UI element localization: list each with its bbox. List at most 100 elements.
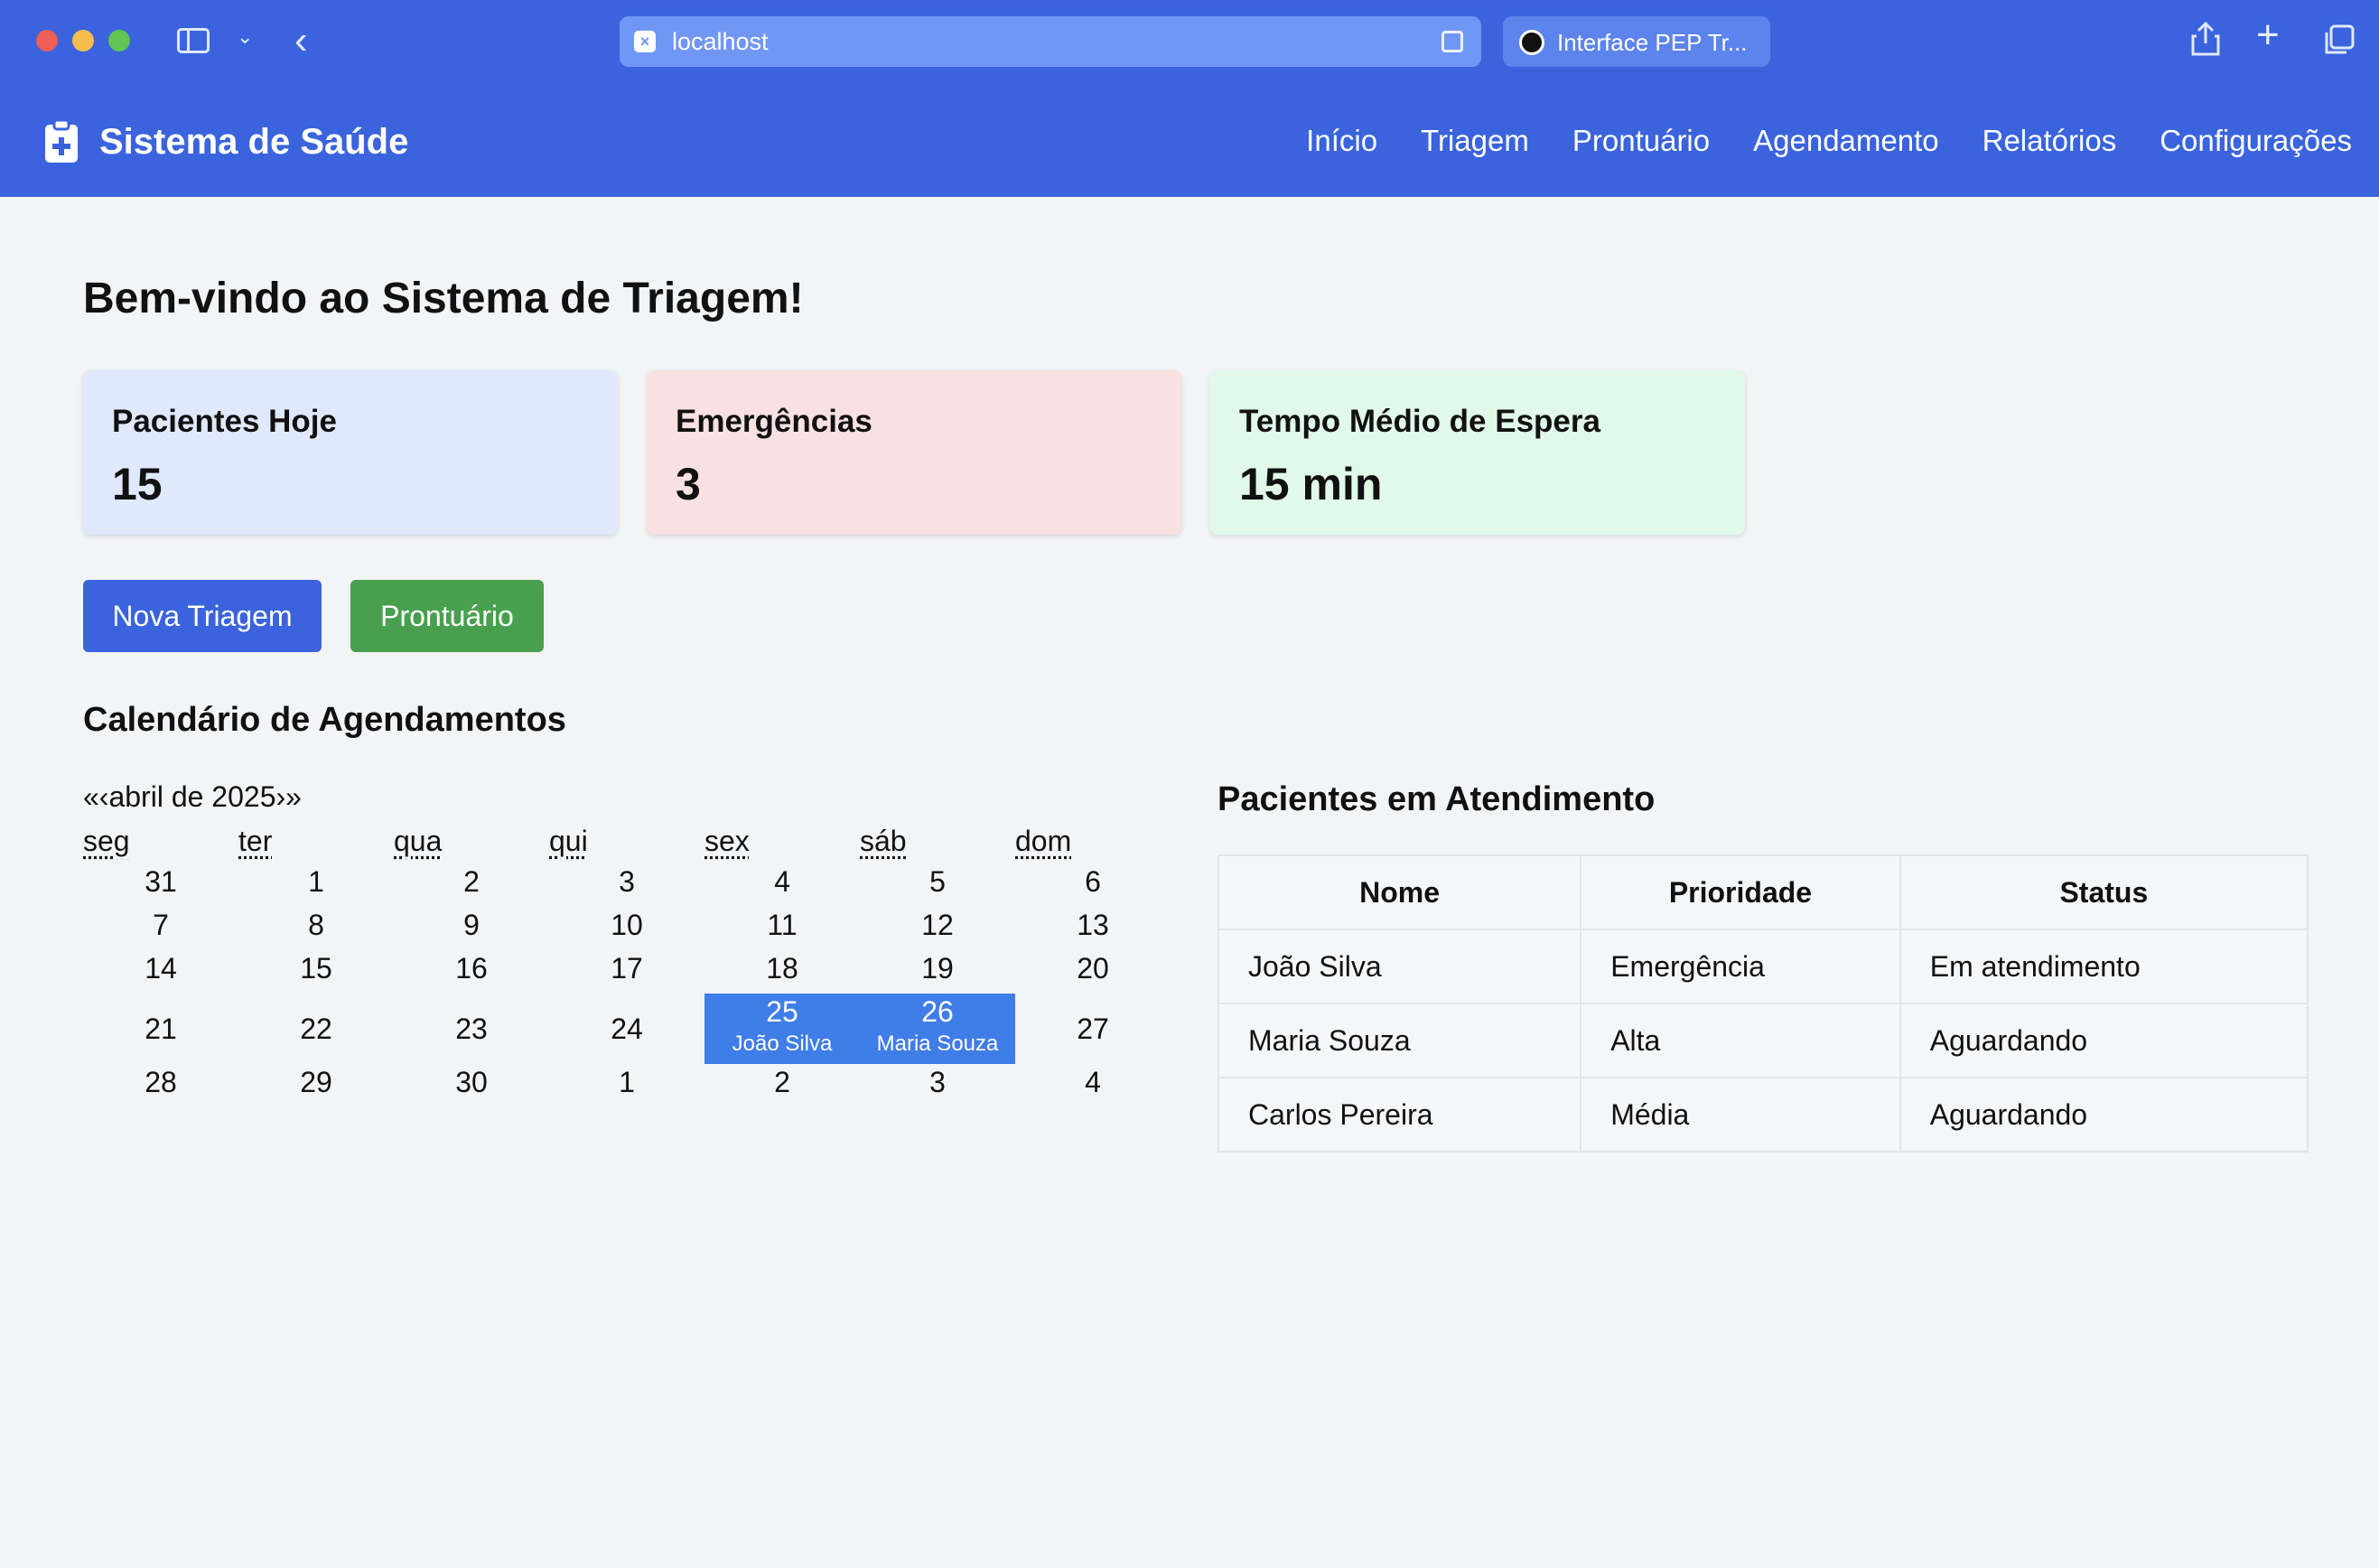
cell-priority: Emergência bbox=[1580, 929, 1901, 1004]
calendar-navigation: « ‹ abril de 2025 › » bbox=[83, 779, 302, 815]
calendar-day[interactable]: 2 bbox=[394, 863, 549, 907]
month-label[interactable]: abril de 2025 bbox=[108, 779, 275, 815]
browser-toolbar: ⌄ ‹ × localhost Interface PEP Tr... + bbox=[0, 0, 2379, 83]
next-year-button[interactable]: » bbox=[285, 779, 302, 815]
calendar-day[interactable]: 24 bbox=[549, 994, 704, 1064]
day-number: 27 bbox=[1077, 1013, 1109, 1045]
calendar-day[interactable]: 31 bbox=[83, 863, 238, 907]
weekday-label: qua bbox=[394, 825, 443, 857]
calendar-day[interactable]: 22 bbox=[238, 994, 394, 1064]
new-tab-plus-icon[interactable]: + bbox=[2256, 13, 2280, 58]
calendar-day[interactable]: 2 bbox=[704, 1064, 860, 1107]
calendar-week-row: 21 22 23 24 25 João Silva 26 Maria Souza 27 bbox=[83, 994, 1122, 1064]
stat-card-avg-wait: Tempo Médio de Espera 15 min bbox=[1210, 370, 1745, 535]
day-number: 4 bbox=[774, 865, 790, 898]
cell-name: Maria Souza bbox=[1217, 1003, 1582, 1078]
calendar-day[interactable]: 11 bbox=[704, 907, 860, 950]
day-number: 6 bbox=[1085, 865, 1101, 898]
calendar-day[interactable]: 1 bbox=[549, 1064, 704, 1107]
stat-label: Tempo Médio de Espera bbox=[1239, 404, 1600, 439]
zoom-window-button[interactable] bbox=[108, 30, 130, 51]
next-month-button[interactable]: › bbox=[275, 779, 285, 815]
back-arrow-icon[interactable]: ‹ bbox=[294, 18, 308, 63]
day-number: 5 bbox=[929, 865, 946, 898]
close-window-button[interactable] bbox=[36, 30, 58, 51]
browser-tab[interactable]: Interface PEP Tr... bbox=[1503, 16, 1770, 67]
cell-status: Aguardando bbox=[1899, 1077, 2309, 1153]
calendar-day[interactable]: 28 bbox=[83, 1064, 238, 1107]
calendar-week-row: 31 1 2 3 4 5 6 bbox=[83, 863, 1122, 907]
day-number: 26 bbox=[921, 995, 954, 1028]
calendar-day[interactable]: 8 bbox=[238, 907, 394, 950]
patients-title: Pacientes em Atendimento bbox=[1217, 780, 1656, 818]
day-number: 23 bbox=[455, 1013, 488, 1045]
calendar-day[interactable]: 30 bbox=[394, 1064, 549, 1107]
calendar-day[interactable]: 6 bbox=[1015, 863, 1171, 907]
calendar-day[interactable]: 4 bbox=[704, 863, 860, 907]
calendar-day[interactable]: 17 bbox=[549, 950, 704, 994]
stat-value: 15 min bbox=[1239, 459, 1383, 509]
calendar-day[interactable]: 7 bbox=[83, 907, 238, 950]
calendar-day-with-appointment[interactable]: 26 Maria Souza bbox=[860, 994, 1015, 1064]
tab-favicon-icon bbox=[1519, 30, 1544, 55]
nav-inicio[interactable]: Início bbox=[1306, 123, 1377, 159]
calendar-day[interactable]: 9 bbox=[394, 907, 549, 950]
weekday-label: sex bbox=[704, 825, 750, 857]
main-nav: Início Triagem Prontuário Agendamento Re… bbox=[1263, 123, 2352, 159]
url-text[interactable]: localhost bbox=[672, 27, 769, 56]
calendar-day[interactable]: 3 bbox=[549, 863, 704, 907]
day-number: 11 bbox=[767, 909, 798, 941]
day-number: 2 bbox=[774, 1066, 790, 1098]
column-header-name: Nome bbox=[1217, 854, 1582, 930]
nav-relatorios[interactable]: Relatórios bbox=[1982, 123, 2117, 159]
table-row[interactable]: João Silva Emergência Em atendimento bbox=[1217, 929, 2309, 1004]
nav-triagem[interactable]: Triagem bbox=[1421, 123, 1529, 159]
prev-year-button[interactable]: « bbox=[83, 779, 99, 815]
calendar-day[interactable]: 13 bbox=[1015, 907, 1171, 950]
calendar-day[interactable]: 15 bbox=[238, 950, 394, 994]
calendar-day[interactable]: 12 bbox=[860, 907, 1015, 950]
prev-month-button[interactable]: ‹ bbox=[99, 779, 109, 815]
calendar-day[interactable]: 23 bbox=[394, 994, 549, 1064]
chevron-down-icon[interactable]: ⌄ bbox=[237, 25, 253, 49]
nav-prontuario[interactable]: Prontuário bbox=[1572, 123, 1710, 159]
day-number: 21 bbox=[145, 1013, 177, 1045]
tab-overview-icon[interactable] bbox=[2323, 23, 2356, 56]
calendar-day[interactable]: 16 bbox=[394, 950, 549, 994]
share-icon[interactable] bbox=[2189, 20, 2222, 56]
table-header-row: Nome Prioridade Status bbox=[1217, 854, 2309, 930]
calendar-day[interactable]: 5 bbox=[860, 863, 1015, 907]
calendar-day[interactable]: 14 bbox=[83, 950, 238, 994]
calendar-day[interactable]: 29 bbox=[238, 1064, 394, 1107]
calendar-day[interactable]: 27 bbox=[1015, 994, 1171, 1064]
calendar-day[interactable]: 19 bbox=[860, 950, 1015, 994]
stat-label: Pacientes Hoje bbox=[112, 404, 337, 439]
day-number: 17 bbox=[611, 952, 643, 985]
calendar-day[interactable]: 10 bbox=[549, 907, 704, 950]
brand[interactable]: Sistema de Saúde bbox=[43, 119, 408, 164]
address-bar[interactable]: × localhost bbox=[620, 16, 1481, 67]
day-number: 7 bbox=[153, 909, 169, 941]
day-number: 14 bbox=[145, 952, 177, 985]
day-number: 24 bbox=[611, 1013, 643, 1045]
calendar-day[interactable]: 20 bbox=[1015, 950, 1171, 994]
calendar-day[interactable]: 18 bbox=[704, 950, 860, 994]
new-triage-button[interactable]: Nova Triagem bbox=[83, 580, 322, 652]
record-button[interactable]: Prontuário bbox=[350, 580, 544, 652]
table-row[interactable]: Maria Souza Alta Aguardando bbox=[1217, 1003, 2309, 1078]
calendar-day[interactable]: 1 bbox=[238, 863, 394, 907]
calendar-day[interactable]: 4 bbox=[1015, 1064, 1171, 1107]
minimize-window-button[interactable] bbox=[72, 30, 94, 51]
table-row[interactable]: Carlos Pereira Média Aguardando bbox=[1217, 1077, 2309, 1153]
column-header-status: Status bbox=[1899, 854, 2309, 930]
sidebar-toggle-icon[interactable] bbox=[177, 28, 210, 53]
day-number: 3 bbox=[929, 1066, 946, 1098]
day-number: 15 bbox=[300, 952, 332, 985]
nav-agendamento[interactable]: Agendamento bbox=[1753, 123, 1939, 159]
reader-mode-icon[interactable] bbox=[1441, 31, 1463, 52]
calendar-day-with-appointment[interactable]: 25 João Silva bbox=[704, 994, 860, 1064]
calendar-day[interactable]: 3 bbox=[860, 1064, 1015, 1107]
calendar-week-row: 7 8 9 10 11 12 13 bbox=[83, 907, 1122, 950]
nav-configuracoes[interactable]: Configurações bbox=[2160, 123, 2352, 159]
calendar-day[interactable]: 21 bbox=[83, 994, 238, 1064]
